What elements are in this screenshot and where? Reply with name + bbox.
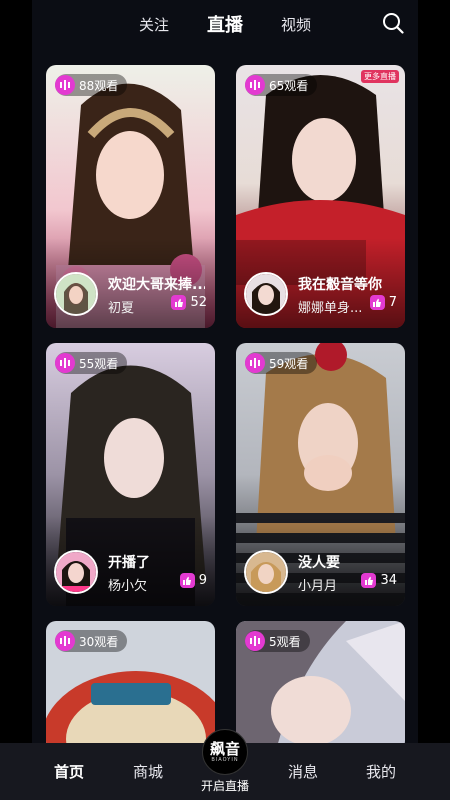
live-icon: [245, 353, 265, 373]
thumbs-up-icon: [361, 573, 377, 588]
like-count: 52: [190, 295, 207, 310]
like-count: 34: [380, 573, 397, 588]
viewer-count-badge: 5观看: [245, 630, 310, 652]
app-logo-subtext: BIAOYIN: [211, 757, 239, 763]
host-avatar[interactable]: [54, 272, 98, 316]
viewer-count: 59观看: [269, 356, 309, 371]
more-live-badge[interactable]: 更多直播: [361, 70, 399, 83]
thumbs-up-icon: [369, 295, 385, 310]
host-avatar[interactable]: [54, 550, 98, 594]
live-grid: 88观看 欢迎大哥来捧... 初夏 52 65观看 更多直播 我在觳音等你 娜娜…: [0, 0, 450, 800]
app-logo: 飙音 BIAOYIN: [201, 729, 248, 775]
card-info: 欢迎大哥来捧... 初夏 52: [54, 272, 207, 316]
host-avatar[interactable]: [244, 272, 288, 316]
live-icon: [55, 631, 75, 651]
viewer-count-badge: 55观看: [55, 352, 128, 374]
viewer-count-badge: 30观看: [55, 630, 128, 652]
host-name: 小月月: [298, 579, 338, 594]
thumbs-up-icon: [179, 573, 195, 588]
viewer-count: 30观看: [79, 634, 119, 649]
live-icon: [245, 631, 265, 651]
viewer-count: 65观看: [269, 78, 309, 93]
stream-title: 我在觳音等你: [298, 277, 382, 293]
like-count-group: 7: [369, 295, 397, 310]
card-info: 开播了 杨小欠 9: [54, 550, 207, 594]
host-name: 娜娜单身...: [298, 301, 363, 316]
nav-shop[interactable]: 商城: [133, 761, 163, 782]
live-card[interactable]: 65观看 更多直播 我在觳音等你 娜娜单身... 7: [236, 65, 405, 328]
live-icon: [55, 75, 75, 95]
like-count: 9: [198, 573, 207, 588]
host-avatar[interactable]: [244, 550, 288, 594]
bottom-nav: 首页 商城 飙音 BIAOYIN 开启直播 消息 我的: [0, 729, 450, 800]
host-name: 杨小欠: [108, 579, 148, 594]
viewer-count-badge: 88观看: [55, 74, 128, 96]
viewer-count: 55观看: [79, 356, 119, 371]
like-count-group: 52: [171, 295, 207, 310]
app-logo-text: 飙音: [209, 740, 240, 758]
live-card[interactable]: 88观看 欢迎大哥来捧... 初夏 52: [46, 65, 215, 328]
host-name: 初夏: [108, 301, 135, 316]
like-count-group: 34: [361, 573, 397, 588]
live-card[interactable]: 55观看 开播了 杨小欠 9: [46, 343, 215, 606]
live-card[interactable]: 59观看 没人要 小月月 34: [236, 343, 405, 606]
like-count-group: 9: [179, 573, 207, 588]
stream-title: 没人要: [298, 555, 340, 571]
go-live-label: 开启直播: [200, 779, 250, 793]
viewer-count: 88观看: [79, 78, 119, 93]
like-count: 7: [388, 295, 397, 310]
card-info: 我在觳音等你 娜娜单身... 7: [244, 272, 397, 316]
viewer-count: 5观看: [269, 634, 301, 649]
nav-home[interactable]: 首页: [54, 761, 84, 782]
go-live-button[interactable]: 飙音 BIAOYIN 开启直播: [201, 729, 249, 794]
live-icon: [245, 75, 265, 95]
thumbs-up-icon: [171, 295, 187, 310]
viewer-count-badge: 65观看: [245, 74, 318, 96]
live-icon: [55, 353, 75, 373]
live-card[interactable]: 30观看: [46, 621, 215, 751]
stream-title: 开播了: [108, 555, 150, 571]
viewer-count-badge: 59观看: [245, 352, 318, 374]
nav-messages[interactable]: 消息: [288, 761, 318, 782]
card-info: 没人要 小月月 34: [244, 550, 397, 594]
nav-profile[interactable]: 我的: [366, 761, 396, 782]
live-card[interactable]: 5观看: [236, 621, 405, 751]
stream-title: 欢迎大哥来捧...: [108, 277, 205, 293]
